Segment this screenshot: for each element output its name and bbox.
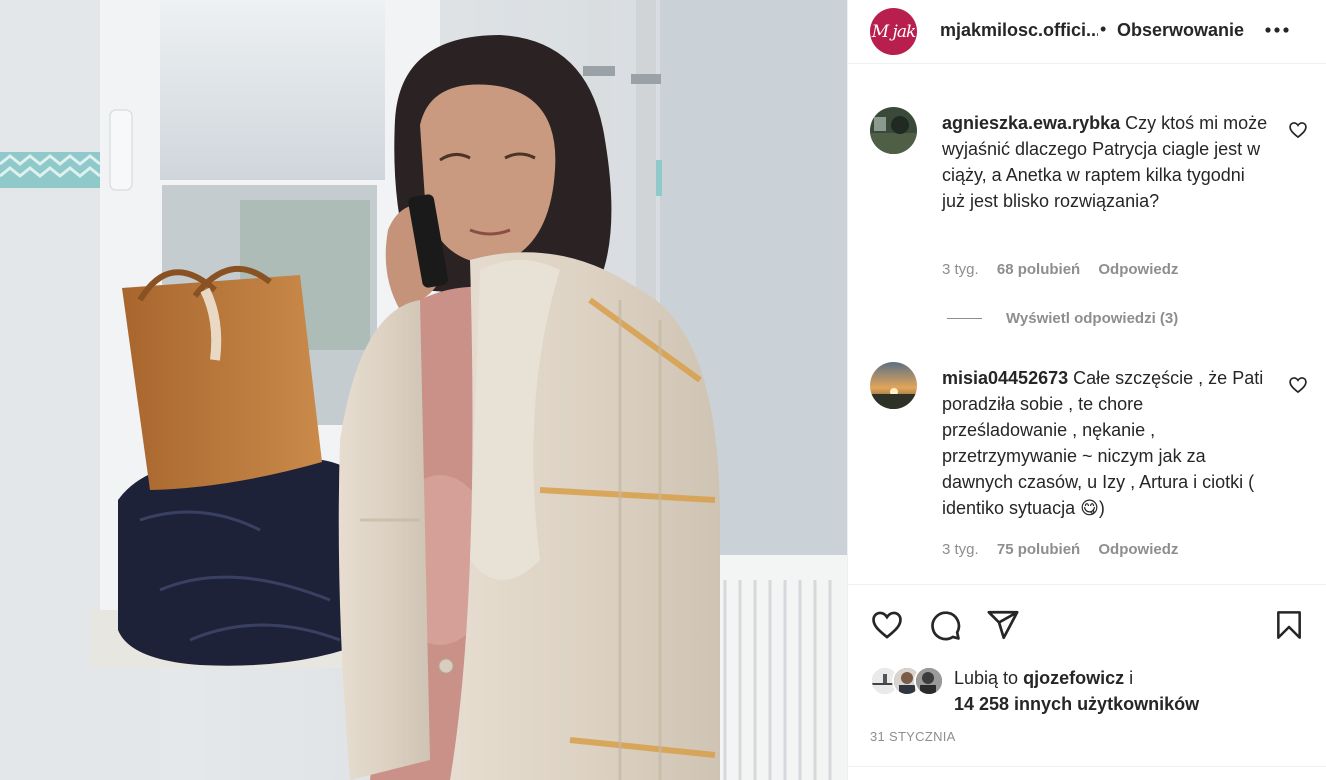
replies-divider xyxy=(947,318,982,319)
likes-prefix: Lubią to xyxy=(954,668,1019,688)
comment-avatar[interactable] xyxy=(870,362,917,409)
account-avatar-text: M jak xyxy=(871,21,917,42)
comment-text: Całe szczęście , że Pati poradziła sobie… xyxy=(942,368,1264,518)
likes-summary: Lubią to qjozefowicz i 14 258 innych uży… xyxy=(870,664,1310,724)
comment-meta: 3 tyg. 75 polubień Odpowiedz xyxy=(942,541,1192,558)
comment-time[interactable]: 3 tyg. xyxy=(942,261,979,278)
account-avatar[interactable]: M jak xyxy=(870,8,917,55)
more-horizontal-icon xyxy=(1265,27,1289,33)
liker-avatar xyxy=(914,666,944,696)
send-icon xyxy=(987,610,1019,640)
comment-username[interactable]: agnieszka.ewa.rybka xyxy=(942,113,1120,133)
likes-suffix: i xyxy=(1129,668,1134,688)
likes-user-link[interactable]: qjozefowicz xyxy=(1023,668,1124,688)
more-options-button[interactable] xyxy=(1262,18,1292,42)
avatar-image xyxy=(870,362,917,409)
comment-body: agnieszka.ewa.rybka Czy ktoś mi może wyj… xyxy=(942,110,1272,214)
post-actions xyxy=(848,584,1326,664)
comment-like-button[interactable] xyxy=(1288,375,1308,395)
likes-text: Lubią to qjozefowicz i xyxy=(954,668,1133,689)
comment-time[interactable]: 3 tyg. xyxy=(942,541,979,558)
save-button[interactable] xyxy=(1271,607,1307,643)
bookmark-icon xyxy=(1277,611,1301,639)
share-button[interactable] xyxy=(985,607,1021,643)
comment-like-button[interactable] xyxy=(1288,120,1308,140)
heart-icon xyxy=(1289,377,1307,394)
following-button[interactable]: Obserwowanie xyxy=(1117,20,1244,41)
liker-avatars[interactable] xyxy=(870,666,950,698)
comment-reply-button[interactable]: Odpowiedz xyxy=(1098,261,1178,278)
photo-illustration xyxy=(0,0,847,780)
comment-likes-count[interactable]: 75 polubień xyxy=(997,541,1080,558)
likes-others-link[interactable]: 14 258 innych użytkowników xyxy=(954,694,1199,715)
comment-avatar[interactable] xyxy=(870,107,917,154)
post-header: M jak mjakmilosc.offici... • Obserwowani… xyxy=(848,0,1326,64)
header-separator: • xyxy=(1100,19,1107,39)
heart-icon xyxy=(872,611,902,639)
divider xyxy=(848,766,1326,767)
post-date[interactable]: 31 STYCZNIA xyxy=(870,729,956,744)
account-username[interactable]: mjakmilosc.offici... xyxy=(940,20,1098,41)
view-replies-label: Wyświetl odpowiedzi (3) xyxy=(1006,310,1179,327)
heart-icon xyxy=(1289,122,1307,139)
comment-body: misia04452673 Całe szczęście , że Pati p… xyxy=(942,365,1272,521)
avatar-image xyxy=(870,107,917,154)
comment-username[interactable]: misia04452673 xyxy=(942,368,1068,388)
comment-icon xyxy=(931,611,961,641)
like-button[interactable] xyxy=(869,607,905,643)
post-photo[interactable] xyxy=(0,0,847,780)
comment-meta: 3 tyg. 68 polubień Odpowiedz xyxy=(942,261,1192,278)
comment-button[interactable] xyxy=(927,607,963,643)
post-sidebar: M jak mjakmilosc.offici... • Obserwowani… xyxy=(847,0,1326,780)
comment-reply-button[interactable]: Odpowiedz xyxy=(1098,541,1178,558)
comment-likes-count[interactable]: 68 polubień xyxy=(997,261,1080,278)
view-replies-button[interactable]: Wyświetl odpowiedzi (3) xyxy=(947,310,1178,327)
